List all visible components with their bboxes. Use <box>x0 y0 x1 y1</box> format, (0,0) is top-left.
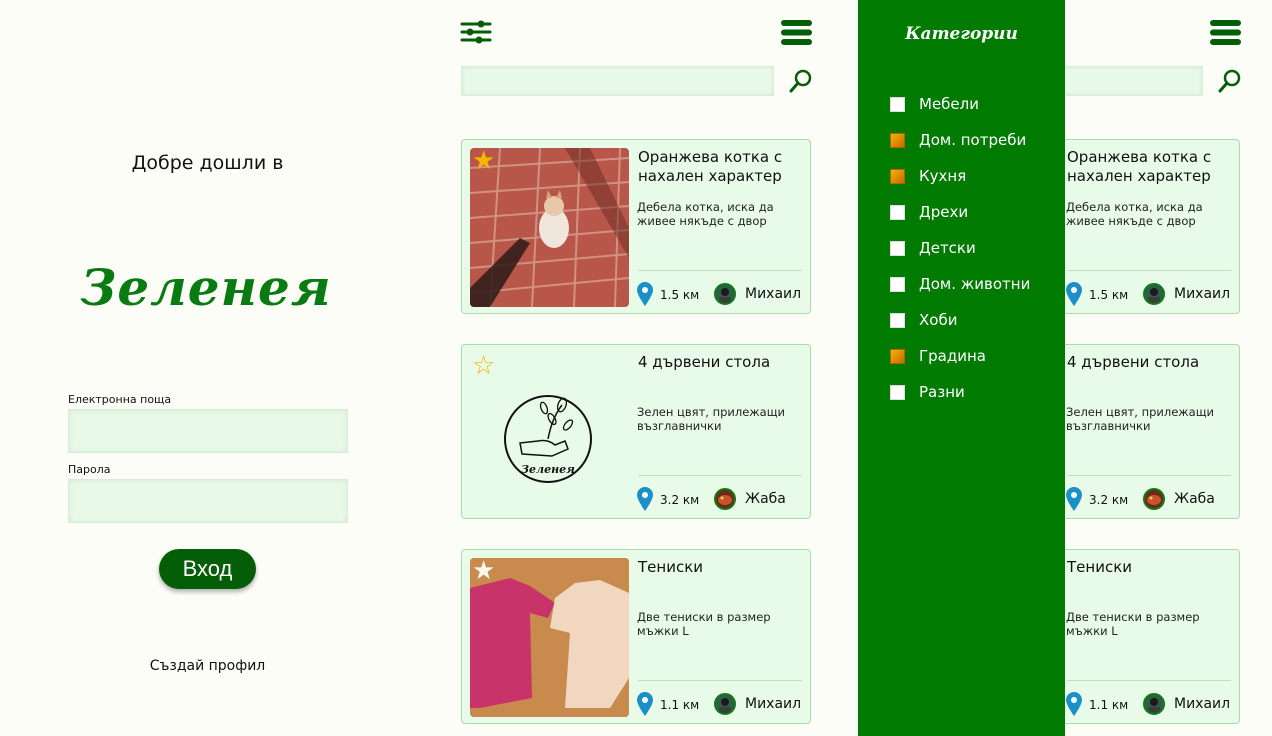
avatar <box>714 283 736 305</box>
category-checkbox[interactable] <box>890 168 905 184</box>
category-item-kids[interactable]: Детски <box>890 238 976 258</box>
search-icon[interactable] <box>1218 69 1242 93</box>
hamburger-menu-icon[interactable] <box>1210 20 1241 45</box>
item-distance: 1.5 км <box>660 288 700 302</box>
item-description: Дебела котка, иска да живее някъде с дво… <box>637 200 774 228</box>
location-pin-icon <box>1066 692 1082 716</box>
item-user: Жаба <box>745 491 786 507</box>
category-label: Хоби <box>919 311 958 329</box>
star-icon[interactable]: ★ <box>472 148 495 174</box>
item-title: 4 дървени стола <box>638 353 771 371</box>
category-item-household[interactable]: Дом. потреби <box>890 130 1026 150</box>
avatar <box>1143 693 1165 715</box>
category-checkbox[interactable] <box>890 132 905 148</box>
category-item-garden[interactable]: Градина <box>890 346 986 366</box>
item-title: Оранжева котка с нахален характер <box>1067 148 1212 185</box>
login-screen: Добре дошли в Зеленея Електронна поща Па… <box>0 0 420 736</box>
search-icon[interactable] <box>789 69 813 93</box>
listing-screen: ★ Оранжева котка с нахален характер Дебе… <box>430 0 846 736</box>
divider <box>638 680 802 681</box>
create-profile-link[interactable]: Създай профил <box>0 658 415 674</box>
category-checkbox[interactable] <box>890 384 905 400</box>
category-label: Детски <box>919 239 976 257</box>
item-title: Оранжева котка с нахален характер <box>638 148 783 185</box>
divider <box>638 475 802 476</box>
item-description: Дебела котка, иска да живее някъде с дво… <box>1066 200 1203 228</box>
item-distance: 1.1 км <box>660 698 700 712</box>
category-checkbox[interactable] <box>890 348 905 364</box>
category-item-hobby[interactable]: Хоби <box>890 310 957 330</box>
avatar <box>714 488 736 510</box>
email-label: Електронна поща <box>68 393 172 406</box>
category-checkbox[interactable] <box>890 312 905 328</box>
category-label: Градина <box>919 347 986 365</box>
item-distance: 1.1 км <box>1089 698 1129 712</box>
item-distance: 1.5 км <box>1089 288 1129 302</box>
avatar <box>714 693 736 715</box>
category-label: Дом. потреби <box>919 131 1027 149</box>
password-label: Парола <box>68 463 111 476</box>
item-description: Две тениски в размер мъжки L <box>637 610 771 638</box>
category-item-furniture[interactable]: Мебели <box>890 94 979 114</box>
category-label: Дрехи <box>919 203 969 221</box>
category-checkbox[interactable] <box>890 96 905 112</box>
item-title: Тениски <box>1067 558 1133 576</box>
category-item-misc[interactable]: Разни <box>890 382 965 402</box>
item-user: Михаил <box>745 696 802 712</box>
item-title: Тениски <box>638 558 704 576</box>
divider <box>1067 475 1231 476</box>
star-icon[interactable]: ☆ <box>472 353 495 379</box>
divider <box>1067 270 1231 271</box>
category-label: Дом. животни <box>919 275 1031 293</box>
category-item-pets[interactable]: Дом. животни <box>890 274 1030 294</box>
avatar <box>1143 283 1165 305</box>
item-distance: 3.2 км <box>1089 493 1129 507</box>
item-user: Михаил <box>1174 286 1231 302</box>
item-distance: 3.2 км <box>660 493 700 507</box>
avatar <box>1143 488 1165 510</box>
hamburger-menu-icon[interactable] <box>781 20 812 45</box>
category-checkbox[interactable] <box>890 276 905 292</box>
category-label: Разни <box>919 383 965 401</box>
category-checkbox[interactable] <box>890 240 905 256</box>
category-label: Мебели <box>919 95 979 113</box>
location-pin-icon <box>637 692 653 716</box>
drawer-title: Категории <box>905 24 1018 44</box>
item-description: Две тениски в размер мъжки L <box>1066 610 1200 638</box>
listing-card[interactable]: Зеленея ☆ 4 дървени стола Зелен цвят, пр… <box>461 344 811 519</box>
divider <box>1067 680 1231 681</box>
email-field[interactable] <box>68 409 348 453</box>
item-description: Зелен цвят, прилежащи възглавнички <box>1066 405 1215 433</box>
filter-sliders-icon[interactable] <box>460 20 492 44</box>
category-label: Кухня <box>919 167 967 185</box>
brand-logo: Зеленея <box>80 258 332 317</box>
category-checkbox[interactable] <box>890 204 905 220</box>
login-button[interactable]: Вход <box>159 549 256 589</box>
listing-card[interactable]: ★ Тениски Две тениски в размер мъжки L 1… <box>461 549 811 724</box>
logo-text: Зеленея <box>521 463 575 476</box>
divider <box>638 270 802 271</box>
category-item-clothes[interactable]: Дрехи <box>890 202 968 222</box>
category-item-kitchen[interactable]: Кухня <box>890 166 966 186</box>
item-user: Михаил <box>745 286 802 302</box>
star-icon[interactable]: ★ <box>472 558 495 584</box>
location-pin-icon <box>637 487 653 511</box>
search-input[interactable] <box>461 66 774 96</box>
listing-card[interactable]: ★ Оранжева котка с нахален характер Дебе… <box>461 139 811 314</box>
category-drawer: Категории Мебели Дом. потреби Кухня Дрех… <box>858 0 1065 736</box>
item-user: Жаба <box>1174 491 1215 507</box>
item-user: Михаил <box>1174 696 1231 712</box>
welcome-text: Добре дошли в <box>131 152 284 174</box>
location-pin-icon <box>1066 487 1082 511</box>
item-description: Зелен цвят, прилежащи възглавнички <box>637 405 786 433</box>
item-title: 4 дървени стола <box>1067 353 1200 371</box>
location-pin-icon <box>1066 282 1082 306</box>
location-pin-icon <box>637 282 653 306</box>
password-field[interactable] <box>68 479 348 523</box>
